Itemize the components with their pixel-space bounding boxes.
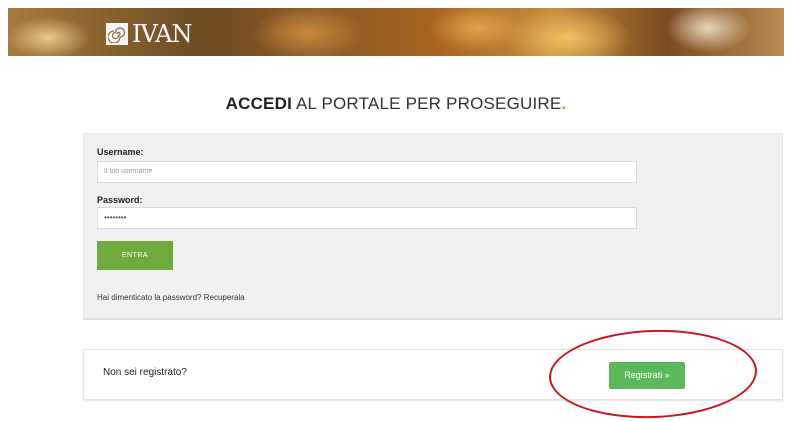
header-banner: IVAN xyxy=(8,8,784,56)
username-label: Username: xyxy=(97,147,144,157)
login-panel: Username: Il tuo username Password: ••••… xyxy=(83,133,783,320)
red-annotation-circle xyxy=(547,326,759,422)
password-label: Password: xyxy=(97,195,143,205)
password-input[interactable]: •••••••• xyxy=(97,207,637,229)
forgot-password-link[interactable]: Hai dimenticato la password? Recuperala xyxy=(97,293,245,302)
page-title: ACCEDI AL PORTALE PER PROSEGUIRE. xyxy=(0,94,792,114)
page-title-bold: ACCEDI xyxy=(225,94,292,113)
enter-button[interactable]: ENTRA xyxy=(97,241,173,270)
page-title-rest: AL PORTALE PER PROSEGUIRE xyxy=(292,94,562,113)
username-input[interactable]: Il tuo username xyxy=(97,161,637,183)
register-prompt: Non sei registrato? xyxy=(103,367,187,378)
spiral-icon xyxy=(106,23,128,45)
logo[interactable]: IVAN xyxy=(106,20,193,48)
logo-text: IVAN xyxy=(132,20,193,48)
page-title-dot: . xyxy=(561,94,567,113)
